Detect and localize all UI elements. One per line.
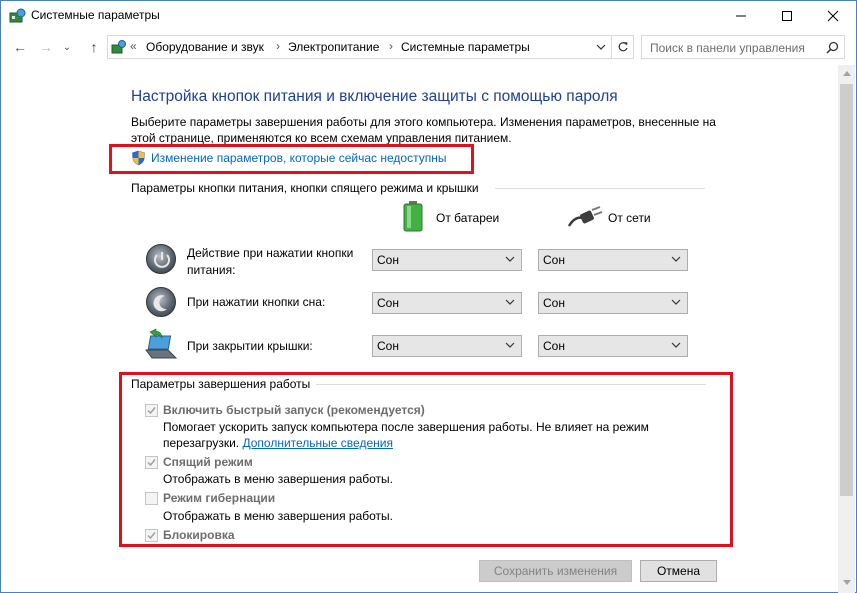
ac-column-header: От сети <box>608 211 651 225</box>
battery-icon <box>403 201 423 232</box>
chevron-down-icon <box>671 256 681 262</box>
battery-column-header: От батареи <box>436 211 500 225</box>
hibernate-checkbox[interactable] <box>145 492 158 505</box>
power-button-icon <box>146 244 176 274</box>
sleep-description: Отображать в меню завершения работы. <box>163 472 394 486</box>
address-overflow-icon[interactable]: « <box>130 39 137 53</box>
breadcrumb-power-options[interactable]: Электропитание <box>288 40 379 54</box>
change-unavailable-settings-link[interactable]: Изменение параметров, которые сейчас нед… <box>151 151 447 165</box>
scroll-down-button[interactable] <box>838 574 855 591</box>
moon-icon <box>153 295 167 312</box>
lock-label: Блокировка <box>163 528 235 542</box>
chevron-down-icon: ⌄ <box>62 41 72 53</box>
select-value: Сон <box>543 253 565 267</box>
back-arrow-icon: ← <box>13 39 27 55</box>
minimize-button[interactable] <box>718 1 764 31</box>
control-panel-app-icon <box>9 8 26 23</box>
power-buttons-section-title: Параметры кнопки питания, кнопки спящего… <box>131 181 479 195</box>
breadcrumb-separator-icon[interactable]: › <box>389 39 393 53</box>
uac-shield-icon <box>132 150 145 166</box>
chevron-down-icon <box>505 256 515 262</box>
scroll-up-button[interactable] <box>838 65 855 82</box>
back-button[interactable]: ← <box>10 37 30 57</box>
shutdown-section-title: Параметры завершения работы <box>131 377 311 391</box>
select-value: Сон <box>377 253 399 267</box>
section-divider <box>316 384 706 385</box>
hibernate-label: Режим гибернации <box>163 491 276 505</box>
search-icon <box>826 41 839 54</box>
more-info-link[interactable]: Дополнительные сведения <box>242 436 392 450</box>
chevron-down-icon <box>842 580 851 585</box>
lid-close-action-label: При закрытии крышки: <box>187 339 313 353</box>
breadcrumb-hardware-sound[interactable]: Оборудование и звук <box>146 40 264 54</box>
select-value: Сон <box>377 339 399 353</box>
search-input[interactable]: Поиск в панели управления <box>641 35 845 59</box>
up-button[interactable]: ↑ <box>84 37 104 57</box>
section-divider <box>495 188 705 189</box>
select-value: Сон <box>543 296 565 310</box>
lock-checkbox[interactable] <box>145 529 158 542</box>
chevron-down-icon <box>505 299 515 305</box>
maximize-button[interactable] <box>764 1 810 31</box>
save-changes-button[interactable]: Сохранить изменения <box>479 560 632 582</box>
recent-locations-button[interactable]: ⌄ <box>60 37 74 57</box>
power-button-action-label: Действие при нажатии кнопки питания: <box>187 246 354 277</box>
fast-startup-label: Включить быстрый запуск (рекомендуется) <box>163 403 425 417</box>
close-icon <box>827 10 839 22</box>
maximize-icon <box>782 11 792 21</box>
sleep-label: Спящий режим <box>163 455 253 469</box>
power-button-battery-select[interactable]: Сон <box>372 249 522 271</box>
refresh-button[interactable] <box>611 36 633 58</box>
select-value: Сон <box>377 296 399 310</box>
checkmark-icon <box>147 459 156 467</box>
forward-button[interactable]: → <box>36 37 56 57</box>
chevron-down-icon <box>671 299 681 305</box>
power-button-ac-select[interactable]: Сон <box>538 249 688 271</box>
address-dropdown-button[interactable] <box>591 36 611 58</box>
fast-startup-description: Помогает ускорить запуск компьютера посл… <box>163 420 649 450</box>
up-arrow-icon: ↑ <box>90 39 98 55</box>
sleep-checkbox[interactable] <box>145 456 158 469</box>
cancel-button[interactable]: Отмена <box>640 560 717 582</box>
scrollbar-thumb[interactable] <box>840 84 853 496</box>
address-bar[interactable]: « Оборудование и звук › Электропитание ›… <box>107 35 634 59</box>
hibernate-description: Отображать в меню завершения работы. <box>163 509 394 523</box>
power-plug-icon <box>567 206 603 227</box>
lid-close-battery-select[interactable]: Сон <box>372 335 522 357</box>
breadcrumb-system-settings[interactable]: Системные параметры <box>401 40 530 54</box>
chevron-down-icon <box>671 342 681 348</box>
forward-arrow-icon: → <box>39 39 53 55</box>
select-value: Сон <box>543 339 565 353</box>
page-description: Выберите параметры завершения работы для… <box>131 115 716 145</box>
refresh-icon <box>618 42 628 52</box>
laptop-lid-icon <box>145 328 178 359</box>
sleep-button-ac-select[interactable]: Сон <box>538 292 688 314</box>
sleep-button-icon <box>146 287 176 317</box>
lid-close-ac-select[interactable]: Сон <box>538 335 688 357</box>
control-panel-location-icon <box>111 40 126 54</box>
breadcrumb-separator-icon[interactable]: › <box>276 39 280 53</box>
minimize-icon <box>736 15 746 17</box>
chevron-up-icon <box>842 71 851 76</box>
checkmark-icon <box>147 532 156 540</box>
close-button[interactable] <box>810 1 856 31</box>
checkmark-icon <box>147 407 156 415</box>
search-placeholder: Поиск в панели управления <box>650 41 805 55</box>
sleep-button-action-label: При нажатии кнопки сна: <box>187 295 326 309</box>
chevron-down-icon <box>505 342 515 348</box>
chevron-down-icon <box>596 44 606 50</box>
sleep-button-battery-select[interactable]: Сон <box>372 292 522 314</box>
fast-startup-checkbox[interactable] <box>145 404 158 417</box>
page-title: Настройка кнопок питания и включение защ… <box>131 88 618 105</box>
power-symbol-icon <box>154 252 170 268</box>
window-title: Системные параметры <box>31 8 160 22</box>
